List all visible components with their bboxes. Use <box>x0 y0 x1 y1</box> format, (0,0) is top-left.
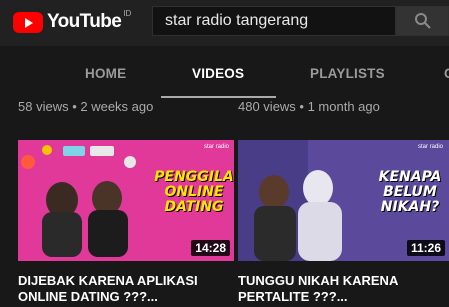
logo-region-code: ID <box>123 9 132 18</box>
tab-next-partial[interactable]: C <box>444 66 449 81</box>
tab-home[interactable]: HOME <box>85 66 126 81</box>
top-app-bar: YouTube ID star radio tangerang <box>0 0 449 46</box>
thumb-1-caption-line1: PENGGILA <box>154 169 234 185</box>
search-query: star radio tangerang <box>165 12 309 29</box>
play-logo-icon <box>13 11 43 33</box>
thumb-2-caption-line1: KENAPA <box>378 169 442 185</box>
video-meta-right: 480 views • 1 month ago <box>238 99 380 114</box>
video-2-title-line1: TUNGGU NIKAH KARENA <box>238 273 399 288</box>
video-2-title[interactable]: TUNGGU NIKAH KARENA PERTALITE ???... <box>238 273 449 305</box>
search-input[interactable]: star radio tangerang <box>152 6 396 36</box>
thumb-1-caption-line2: ONLINE <box>164 184 224 200</box>
video-thumbnail-1[interactable]: PENGGILA ONLINE DATING star radio 14:28 <box>18 140 234 261</box>
thumb-2-caption-line3: NIKAH? <box>380 199 440 215</box>
thumb-1-caption-line3: DATING <box>164 199 224 215</box>
search-button[interactable] <box>396 6 449 36</box>
thumb-2-caption-line2: BELUM <box>383 184 437 200</box>
video-1-duration: 14:28 <box>191 240 230 256</box>
search-icon <box>414 13 431 29</box>
video-2-title-line2: PERTALITE ???... <box>238 289 348 304</box>
active-tab-indicator <box>161 96 276 98</box>
tab-playlists[interactable]: PLAYLISTS <box>310 66 385 81</box>
logo-text: YouTube <box>47 11 122 32</box>
tab-videos[interactable]: VIDEOS <box>192 66 244 81</box>
video-meta-left: 58 views • 2 weeks ago <box>18 99 154 114</box>
channel-tabs: HOME VIDEOS PLAYLISTS C <box>0 46 449 98</box>
video-thumbnail-2[interactable]: KENAPA BELUM NIKAH? star radio 11:26 <box>238 140 449 261</box>
video-1-title-line2: ONLINE DATING ???... <box>18 289 158 304</box>
youtube-logo[interactable]: YouTube ID <box>13 9 132 33</box>
video-2-duration: 11:26 <box>406 240 445 256</box>
video-1-title-line1: DIJEBAK KARENA APLIKASI <box>18 273 198 288</box>
video-1-title[interactable]: DIJEBAK KARENA APLIKASI ONLINE DATING ??… <box>18 273 234 305</box>
thumb-1-channel-mark: star radio <box>204 144 230 150</box>
thumb-2-channel-mark: star radio <box>418 144 444 150</box>
